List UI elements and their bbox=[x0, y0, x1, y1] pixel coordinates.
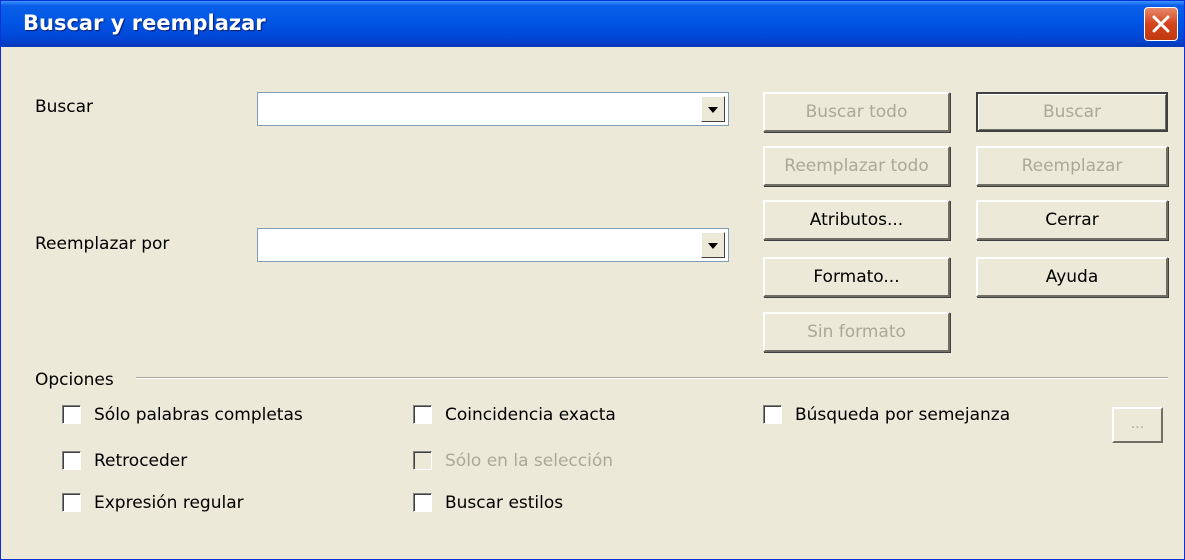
similarity-options-button[interactable]: ... bbox=[1112, 407, 1163, 443]
find-button[interactable]: Buscar bbox=[976, 92, 1168, 132]
match-case-label[interactable]: Coincidencia exacta bbox=[445, 405, 616, 425]
search-styles-label[interactable]: Buscar estilos bbox=[445, 493, 563, 513]
backwards-checkbox[interactable] bbox=[62, 451, 81, 470]
selection-only-checkbox[interactable] bbox=[413, 451, 432, 470]
options-label: Opciones bbox=[35, 370, 114, 390]
attributes-button[interactable]: Atributos... bbox=[763, 200, 950, 240]
similarity-label[interactable]: Búsqueda por semejanza bbox=[795, 405, 1010, 425]
regex-checkbox[interactable] bbox=[62, 493, 81, 512]
match-case-checkbox[interactable] bbox=[413, 405, 432, 424]
whole-words-label[interactable]: Sólo palabras completas bbox=[94, 405, 303, 425]
chevron-down-icon[interactable] bbox=[701, 232, 725, 258]
format-button[interactable]: Formato... bbox=[763, 257, 950, 297]
regex-label[interactable]: Expresión regular bbox=[94, 493, 244, 513]
search-styles-checkbox[interactable] bbox=[413, 493, 432, 512]
similarity-checkbox[interactable] bbox=[763, 405, 782, 424]
selection-only-label[interactable]: Sólo en la selección bbox=[445, 451, 613, 471]
replace-all-button[interactable]: Reemplazar todo bbox=[763, 146, 950, 186]
window-title: Buscar y reemplazar bbox=[23, 11, 266, 35]
whole-words-checkbox[interactable] bbox=[62, 405, 81, 424]
title-bar[interactable]: Buscar y reemplazar bbox=[1, 1, 1184, 47]
backwards-label[interactable]: Retroceder bbox=[94, 451, 187, 471]
search-label: Buscar bbox=[35, 97, 94, 117]
replace-button[interactable]: Reemplazar bbox=[976, 146, 1168, 186]
help-button[interactable]: Ayuda bbox=[976, 257, 1168, 297]
options-divider bbox=[136, 377, 1168, 379]
find-all-button[interactable]: Buscar todo bbox=[763, 92, 950, 132]
close-button[interactable]: Cerrar bbox=[976, 200, 1168, 240]
replace-combobox[interactable] bbox=[257, 228, 729, 262]
find-replace-dialog: Buscar y reemplazar Buscar Reemplazar po… bbox=[0, 0, 1185, 560]
chevron-down-icon[interactable] bbox=[701, 96, 725, 122]
replace-label: Reemplazar por bbox=[35, 234, 170, 254]
close-window-button[interactable] bbox=[1144, 7, 1178, 41]
no-format-button[interactable]: Sin formato bbox=[763, 312, 950, 352]
search-combobox[interactable] bbox=[257, 92, 729, 126]
